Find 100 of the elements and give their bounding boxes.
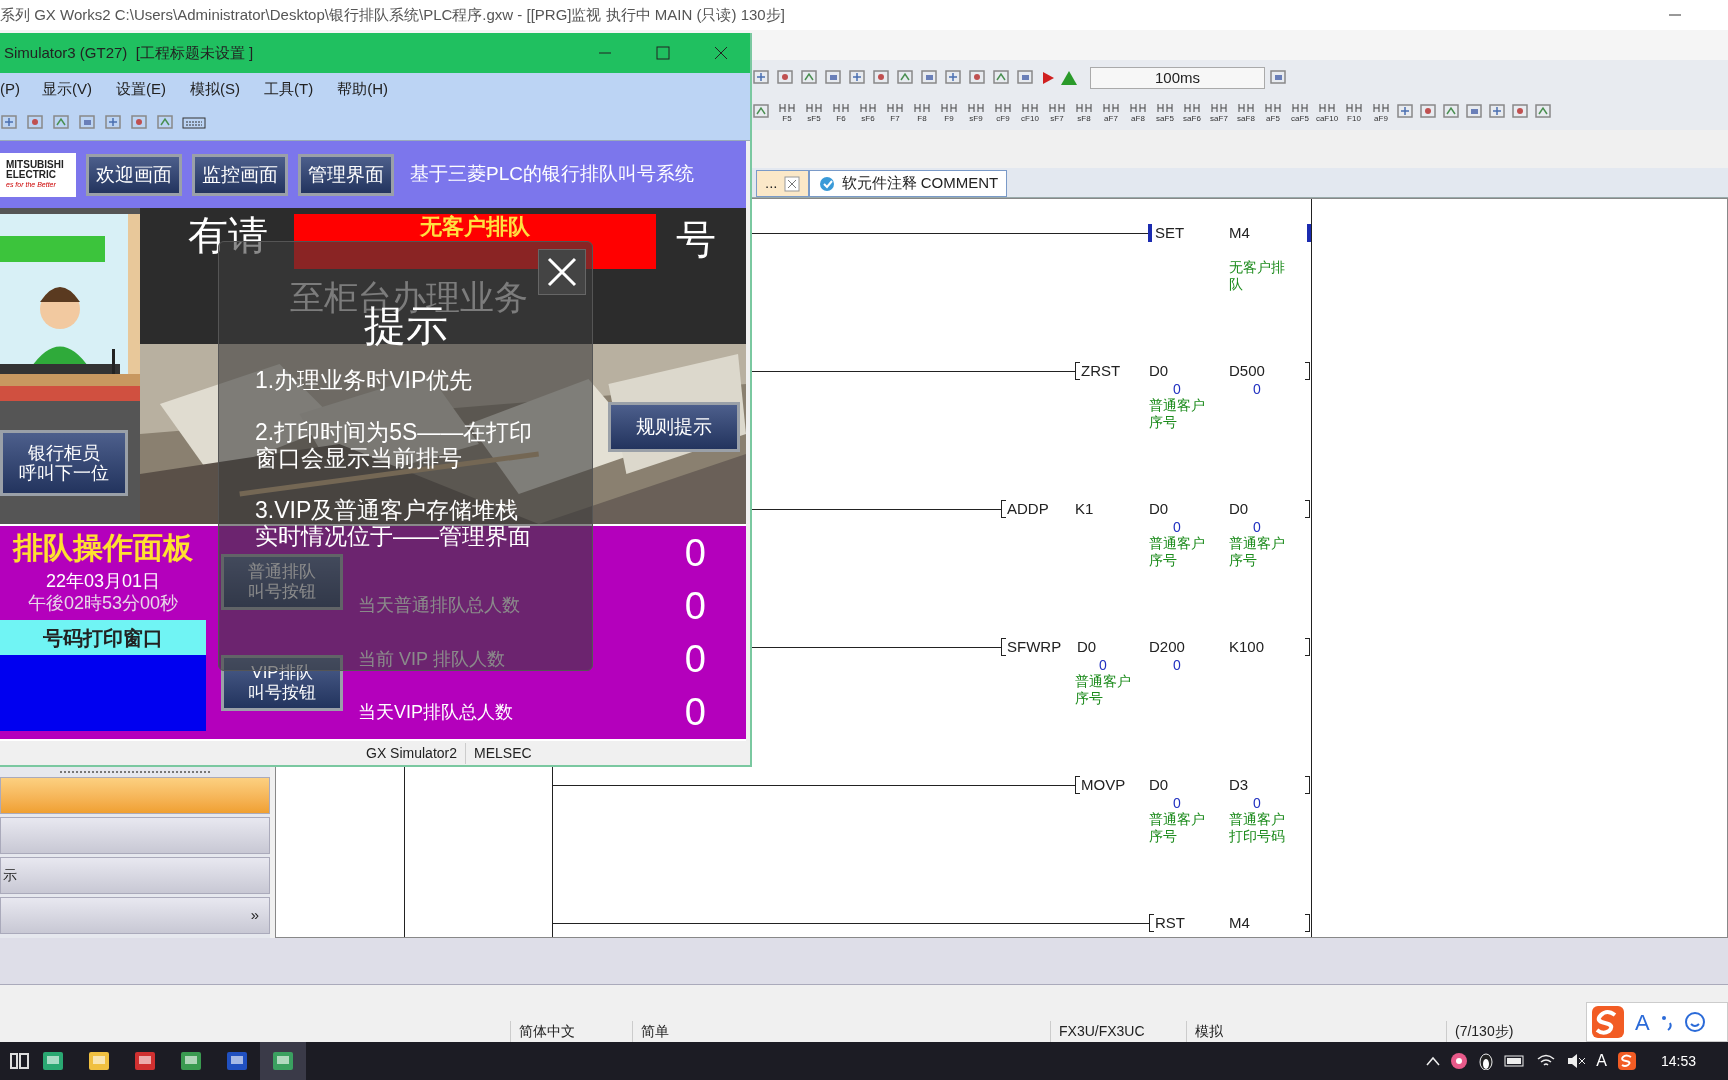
device-comment: 普通客户序号 [1075,673,1132,707]
ladder-symbol-icon [1345,101,1363,114]
warning-icon[interactable] [1060,70,1078,86]
close-button[interactable] [538,249,586,295]
monitor-value: 0 [1173,657,1181,673]
device-operand: M4 [1229,913,1250,933]
volume-muted-icon[interactable] [1566,1053,1587,1069]
ime-toolbar[interactable]: A [1586,1002,1728,1042]
function-key-button[interactable]: caF5 [1288,101,1312,123]
ladder-symbol-icon [1291,101,1309,114]
device-operand: D0 [1149,499,1169,519]
screen-nav-button[interactable]: 监控画面 [192,153,288,196]
navigation-bar[interactable]: 示 [0,857,270,894]
function-key-button[interactable]: cF10 [1018,101,1042,123]
function-key-button[interactable]: F10 [1342,101,1366,123]
function-key-button[interactable]: sF5 [802,101,826,123]
status-text: (7/130步) [1446,1020,1566,1042]
function-key-button[interactable]: F9 [937,101,961,123]
menu-item[interactable]: 设置(E) [116,77,166,101]
app-icon[interactable] [87,1050,111,1072]
panel-grip[interactable] [60,771,210,774]
chevron-up-icon[interactable] [1426,1056,1441,1066]
navigation-bar[interactable] [0,817,270,854]
menu-item[interactable]: 模拟(S) [190,77,240,101]
punctuation-icon[interactable] [1659,1013,1674,1031]
menu-item[interactable]: (P) [0,77,20,101]
maximize-icon[interactable] [656,46,670,60]
function-key-button[interactable]: caF10 [1315,101,1339,123]
function-key-button[interactable]: F6 [829,101,853,123]
screen-nav-button[interactable]: 欢迎画面 [86,153,182,196]
keyboard-icon[interactable] [182,115,206,130]
close-icon[interactable] [714,46,728,60]
editor-tab[interactable]: ... [756,170,809,197]
screen-nav-button[interactable]: 管理界面 [298,153,394,196]
call-next-button[interactable]: 银行柜员 呼叫下一位 [0,429,128,496]
emoji-icon[interactable] [1683,1011,1706,1033]
device-comment: 普通客户序号 [1149,397,1206,431]
menu-item[interactable]: 显示(V) [42,77,92,101]
ladder-symbol-icon [1075,101,1093,114]
ime-logo-icon[interactable] [1616,1051,1637,1071]
app-icon[interactable] [179,1050,203,1072]
function-key-button[interactable]: sF8 [1072,101,1096,123]
panel-title: 排队操作面板 [13,530,193,566]
battery-icon[interactable] [1504,1054,1527,1068]
scan-time-field[interactable]: 100ms [1090,67,1265,89]
simulator-status-text: GX Simulator2 [365,743,459,763]
date-display: 22年03月01日 [45,570,161,592]
ladder-symbol-icon [859,101,877,114]
device-operand: K100 [1229,637,1265,657]
app-icon[interactable] [41,1050,65,1072]
call-suffix: 号 [676,216,716,263]
device-comment: 普通客户序号 [1229,535,1286,569]
input-indicator[interactable]: A [1596,1049,1607,1073]
editor-tab[interactable]: 软元件注释 COMMENT [808,170,1008,197]
app-icon[interactable] [225,1050,249,1072]
close-icon [547,257,577,287]
device-comment: 普通客户打印号码 [1229,811,1286,845]
function-key-button[interactable]: saF6 [1180,101,1204,123]
function-key-button[interactable]: F5 [775,101,799,123]
system-title: 基于三菱PLC的银行排队叫号系统 [410,162,694,187]
clock[interactable]: 14:53 [1660,1050,1696,1072]
device-comment: 普通客户序号 [1149,535,1206,569]
function-key-button[interactable]: saF7 [1207,101,1231,123]
function-key-button[interactable]: aF9 [1369,101,1393,123]
menu-item[interactable]: 帮助(H) [337,77,388,101]
function-key-button[interactable]: F7 [883,101,907,123]
rules-button[interactable]: 规则提示 [608,402,740,452]
close-icon[interactable] [783,175,800,192]
input-mode[interactable]: A [1635,1005,1650,1039]
function-key-button[interactable]: aF7 [1099,101,1123,123]
app-icon[interactable] [133,1050,157,1072]
ladder-symbol-icon [1210,101,1228,114]
counter-value: 0 [684,583,706,628]
monitor-value: 0 [1253,795,1261,811]
device-comment: 普通客户序号 [1149,811,1206,845]
function-key-button[interactable]: saF5 [1153,101,1177,123]
function-key-button[interactable]: aF5 [1261,101,1285,123]
instruction-name: ZRST [1081,361,1121,381]
device-operand: D500 [1229,361,1265,381]
device-operand: K1 [1075,499,1094,519]
instruction-name: MOVP [1081,775,1126,795]
menu-item[interactable]: 工具(T) [264,77,314,101]
counter-value: 0 [684,690,706,735]
ladder-symbol-icon [1021,101,1039,114]
play-icon[interactable] [1040,70,1056,86]
function-key-button[interactable]: aF8 [1126,101,1150,123]
function-key-button[interactable]: sF7 [1045,101,1069,123]
ladder-symbol-icon [886,101,904,114]
expand-button[interactable]: » [0,897,270,934]
function-key-button[interactable]: sF6 [856,101,880,123]
ladder-symbol-icon [1372,101,1390,114]
function-key-button[interactable]: F8 [910,101,934,123]
splitter-bar[interactable] [0,938,1728,985]
task-view-icon[interactable] [8,1050,30,1072]
time-display: 午後02時53分00秒 [27,592,179,614]
function-key-button[interactable]: saF8 [1234,101,1258,123]
app-icon[interactable] [271,1050,295,1072]
function-key-button[interactable]: cF9 [991,101,1015,123]
function-key-button[interactable]: sF9 [964,101,988,123]
ladder-symbol-icon [805,101,823,114]
